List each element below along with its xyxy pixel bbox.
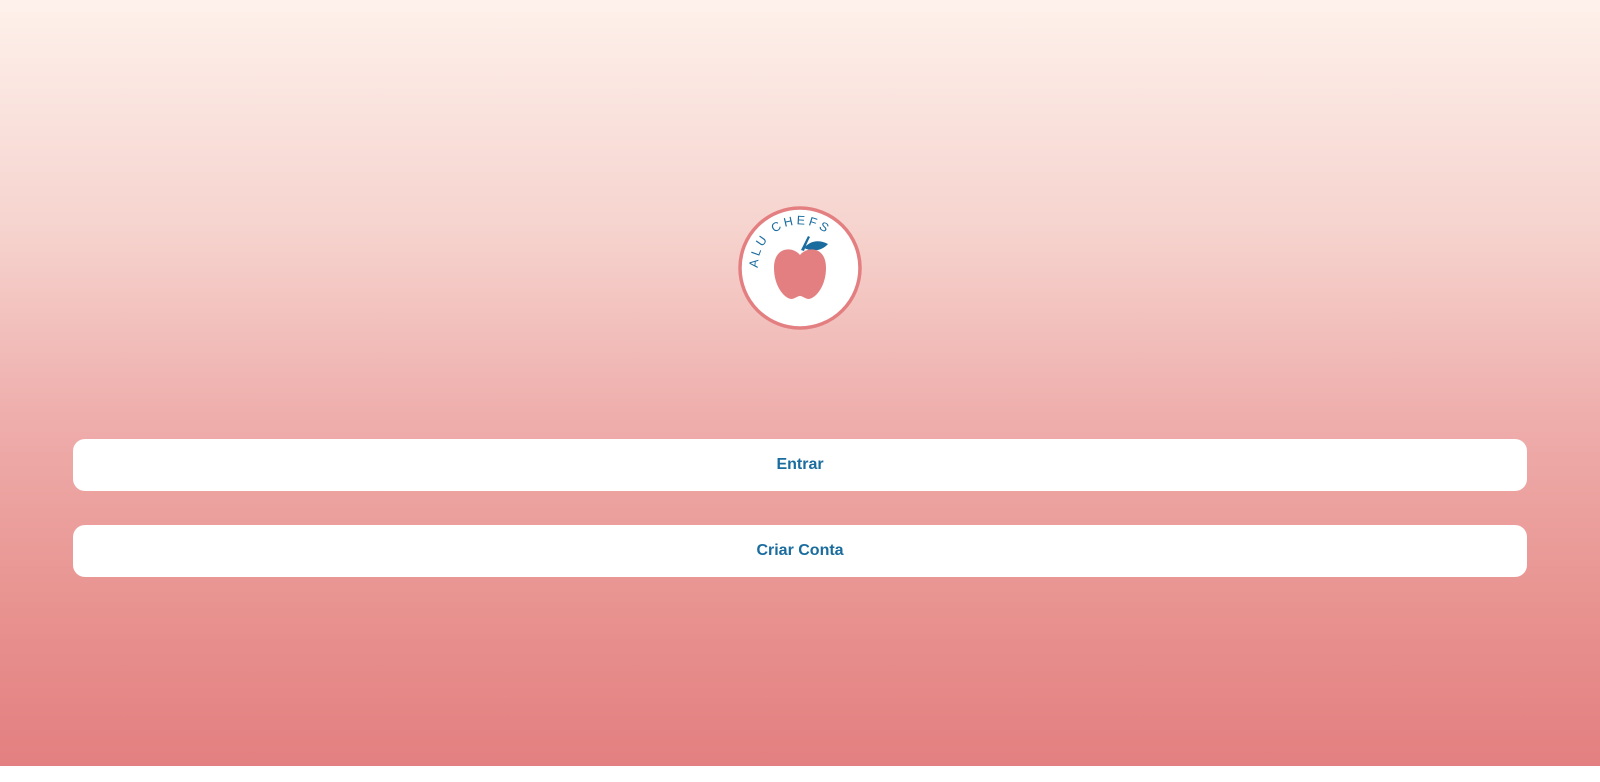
welcome-screen: ALU CHEFS Entrar Criar Conta [0,0,1600,766]
logo-badge: ALU CHEFS [738,206,862,330]
create-account-button-label: Criar Conta [756,542,844,559]
brand-logo: ALU CHEFS [738,206,862,330]
create-account-button[interactable]: Criar Conta [73,525,1527,577]
login-button[interactable]: Entrar [73,439,1527,491]
login-button-label: Entrar [776,456,824,473]
